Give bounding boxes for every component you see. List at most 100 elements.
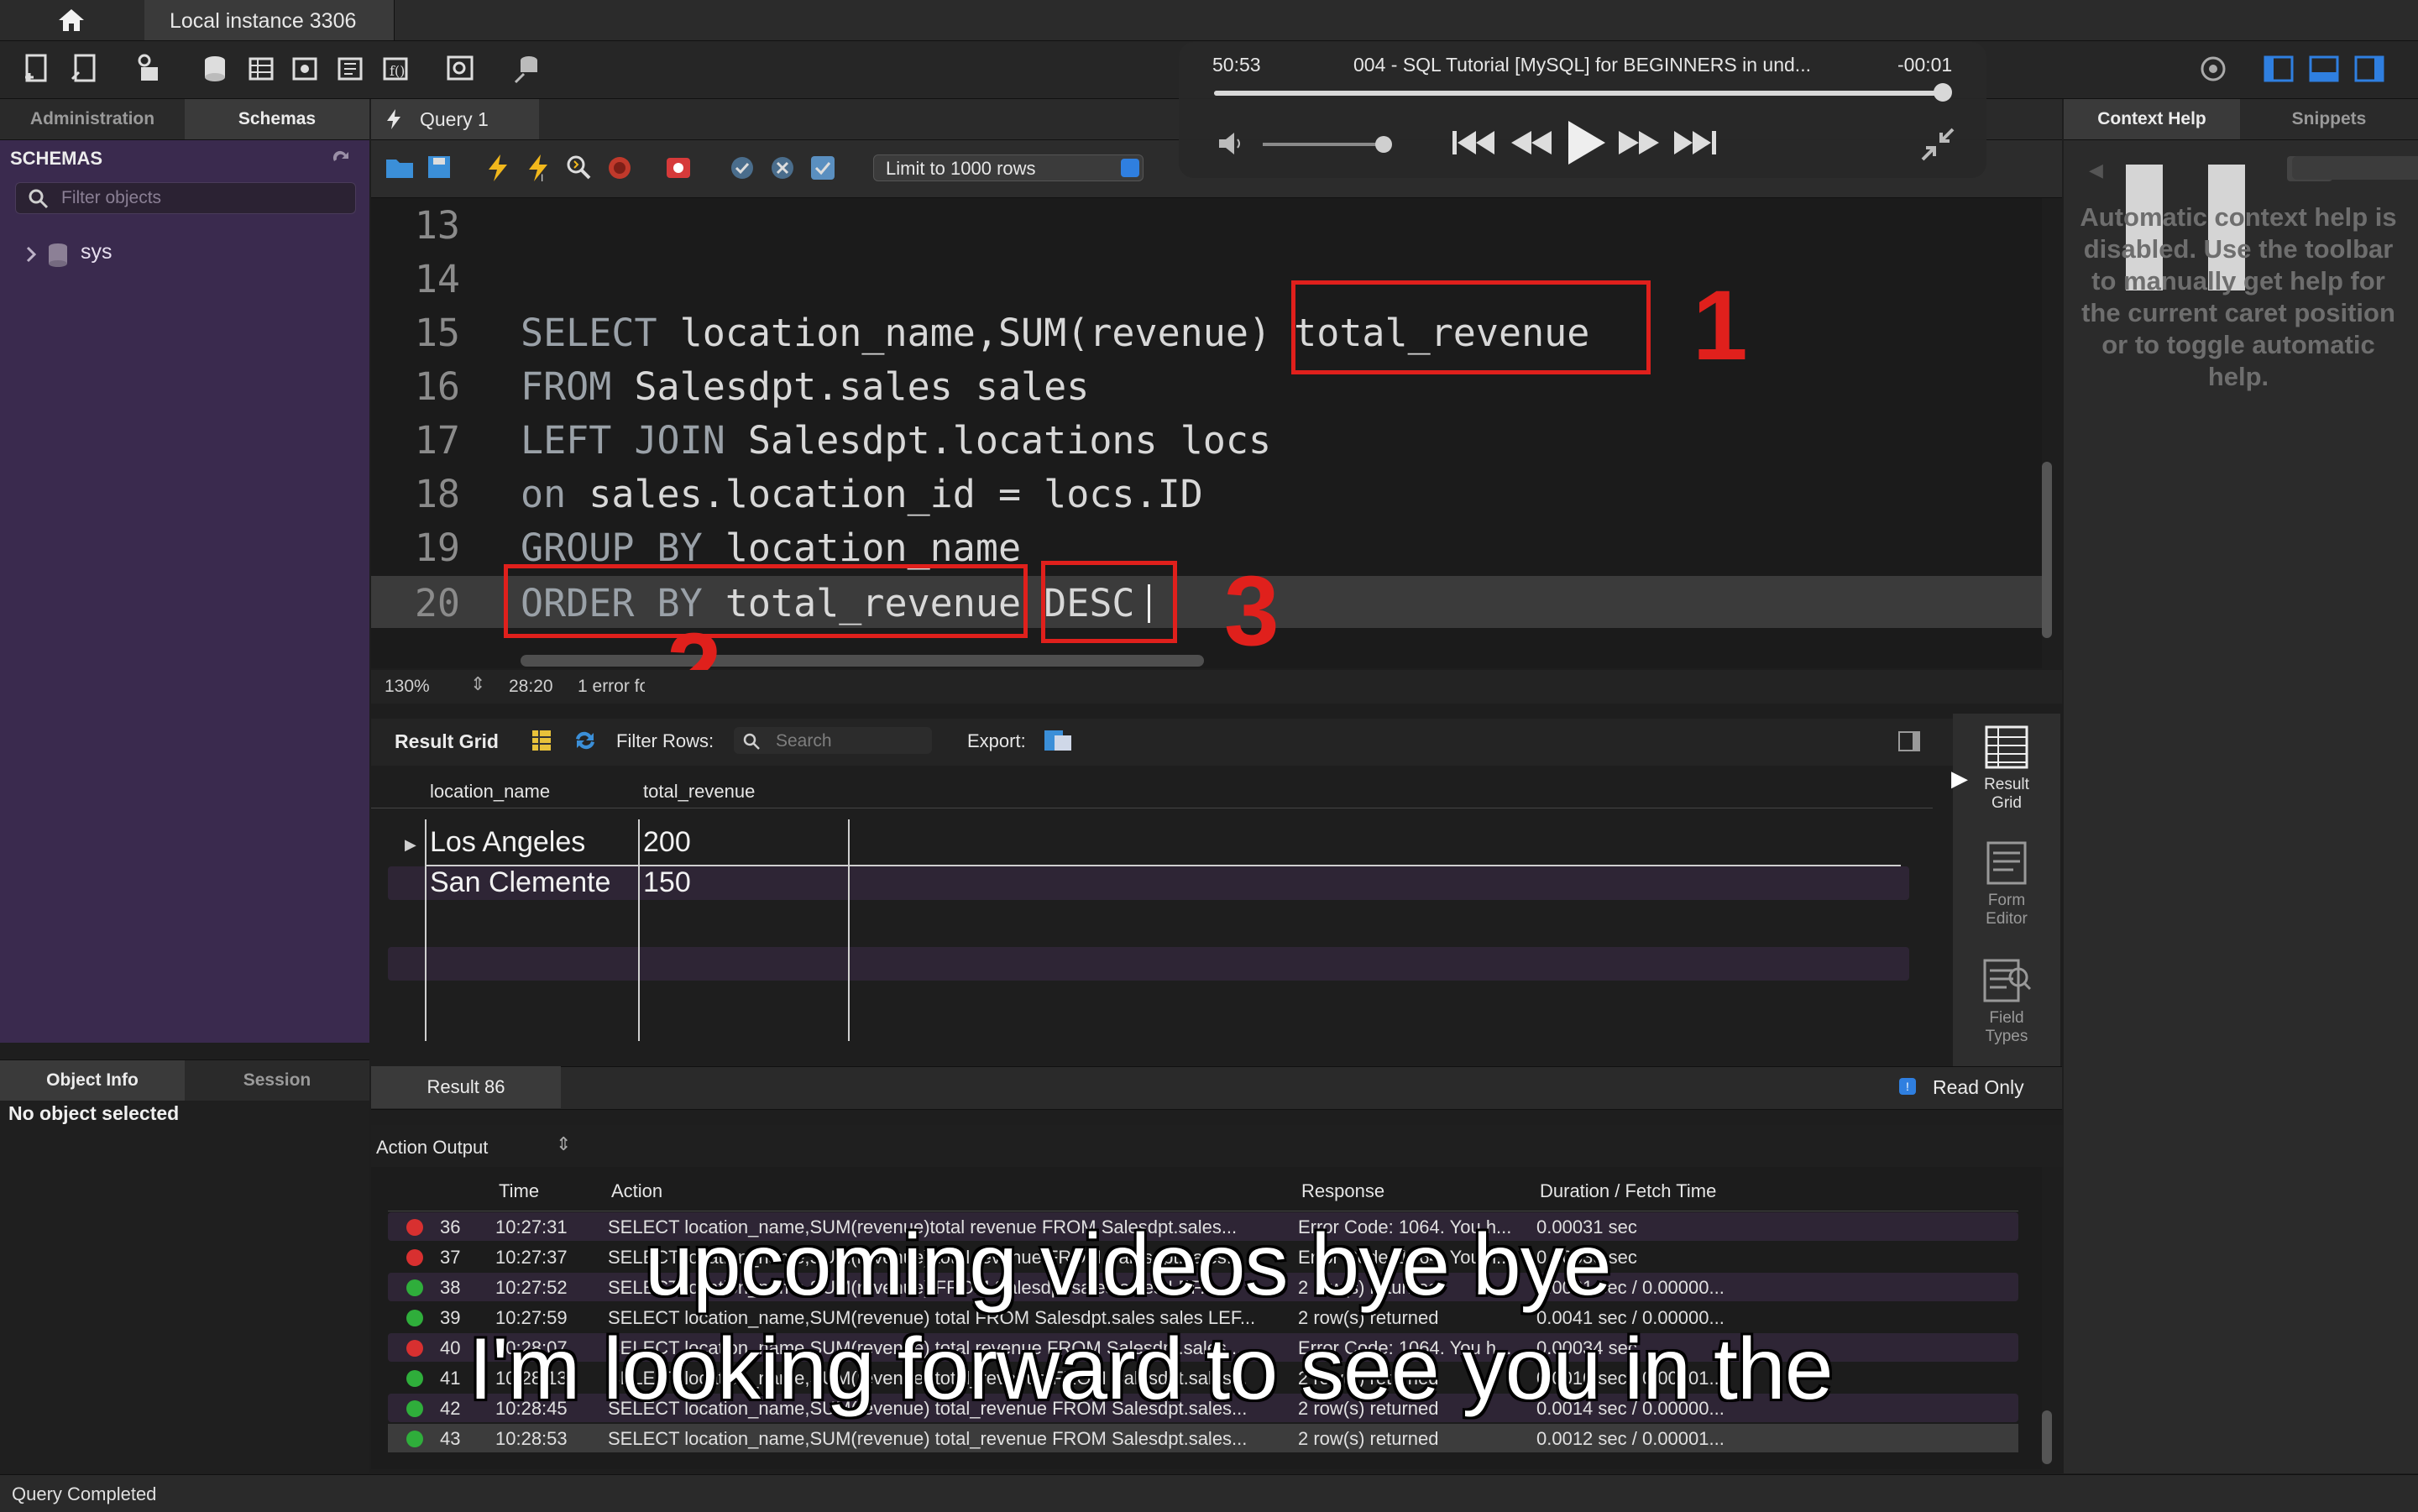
- output-row-time: 10:27:37: [495, 1247, 568, 1268]
- stop-icon[interactable]: [604, 151, 635, 185]
- read-only-label: Read Only: [1933, 1076, 2024, 1098]
- volume-icon[interactable]: [1217, 131, 1246, 160]
- create-schema-icon[interactable]: [198, 52, 228, 86]
- form-editor-view-button[interactable]: Form Editor: [1953, 840, 2060, 929]
- commit-icon[interactable]: [727, 151, 757, 185]
- output-column-response[interactable]: Response: [1301, 1180, 1384, 1202]
- search-table-data-icon[interactable]: [445, 52, 475, 86]
- column-header-total-revenue[interactable]: total_revenue: [643, 781, 755, 803]
- media-progress-knob[interactable]: [1934, 83, 1952, 102]
- cell-total-revenue[interactable]: 150: [643, 866, 691, 899]
- filter-rows-placeholder: Search: [776, 731, 832, 751]
- success-check-icon: [406, 1431, 423, 1447]
- refresh-icon[interactable]: [573, 729, 598, 756]
- zoom-level[interactable]: 130%: [385, 677, 430, 697]
- schema-item-sys[interactable]: sys: [81, 240, 113, 264]
- stop-on-error-icon[interactable]: [663, 151, 693, 185]
- chevron-updown-icon[interactable]: ⇕: [556, 1133, 571, 1155]
- success-check-icon: [406, 1279, 423, 1296]
- reconnect-icon[interactable]: [512, 52, 542, 86]
- column-header-location-name[interactable]: location_name: [430, 781, 550, 803]
- expand-chevron-icon[interactable]: [25, 245, 37, 268]
- toggle-sidebar-icon[interactable]: [2264, 52, 2294, 86]
- export-icon[interactable]: [1043, 727, 1073, 758]
- exit-fullscreen-icon[interactable]: [1919, 126, 1956, 167]
- volume-slider[interactable]: [1263, 143, 1389, 146]
- tab-schemas[interactable]: Schemas: [185, 99, 369, 139]
- back-arrow-icon[interactable]: ◀: [2089, 160, 2103, 181]
- editor-horizontal-scrollbar[interactable]: [521, 655, 1204, 667]
- create-table-icon[interactable]: [245, 52, 275, 86]
- editor-line: 17 LEFT JOIN Salesdpt.locations locs: [371, 413, 2042, 467]
- annotation-box-2: [504, 564, 1028, 638]
- save-icon[interactable]: [425, 151, 455, 185]
- tab-result-86[interactable]: Result 86: [371, 1066, 561, 1108]
- rewind-icon[interactable]: [1508, 126, 1555, 164]
- open-folder-icon[interactable]: [385, 151, 415, 185]
- rollback-icon[interactable]: [767, 151, 798, 185]
- output-type-select[interactable]: Action Output: [376, 1137, 488, 1159]
- media-progress-fill: [1214, 91, 1941, 96]
- success-check-icon: [406, 1400, 423, 1417]
- form-editor-icon: [1986, 841, 2027, 885]
- annotation-box-3: [1041, 561, 1177, 643]
- result-grid-title: Result Grid: [395, 730, 499, 752]
- toggle-output-icon[interactable]: [2309, 52, 2339, 86]
- execute-current-icon[interactable]: I: [524, 151, 554, 185]
- error-count[interactable]: 1 error found: [578, 677, 645, 697]
- chevron-updown-icon: [1121, 159, 1139, 177]
- output-column-duration[interactable]: Duration / Fetch Time: [1540, 1180, 1716, 1202]
- result-grid-view-button[interactable]: Result Grid: [1953, 724, 2060, 813]
- field-types-icon: [1983, 959, 2032, 1002]
- inspector-icon[interactable]: [133, 52, 163, 86]
- tab-snippets[interactable]: Snippets: [2240, 99, 2418, 139]
- volume-knob[interactable]: [1375, 136, 1392, 153]
- output-row[interactable]: 43 10:28:53 SELECT location_name,SUM(reven…: [388, 1424, 2018, 1452]
- explain-icon[interactable]: [564, 151, 594, 185]
- preferences-gear-icon[interactable]: [2198, 52, 2228, 86]
- cell-location-name[interactable]: San Clemente: [430, 866, 610, 899]
- skip-back-icon[interactable]: [1449, 126, 1498, 164]
- output-vertical-scrollbar[interactable]: [2042, 1410, 2052, 1464]
- fast-forward-icon[interactable]: [1615, 126, 1662, 164]
- home-button[interactable]: [0, 0, 143, 40]
- output-column-action[interactable]: Action: [611, 1180, 662, 1202]
- tab-context-help[interactable]: Context Help: [2064, 99, 2240, 139]
- output-column-time[interactable]: Time: [499, 1180, 539, 1202]
- output-row-number: 43: [440, 1428, 461, 1449]
- grid-column-divider: [425, 819, 427, 1041]
- instance-tab[interactable]: Local instance 3306: [144, 0, 395, 40]
- tab-administration[interactable]: Administration: [0, 99, 185, 139]
- zoom-stepper-icon[interactable]: ⇕: [470, 673, 485, 695]
- tab-object-info[interactable]: Object Info: [0, 1060, 185, 1101]
- limit-rows-select[interactable]: Limit to 1000 rows: [873, 154, 1144, 181]
- filter-objects-input[interactable]: [60, 186, 348, 210]
- create-view-icon[interactable]: [289, 52, 319, 86]
- tab-session[interactable]: Session: [185, 1060, 369, 1101]
- new-sql-tab-icon[interactable]: [22, 52, 52, 86]
- play-icon[interactable]: [1563, 118, 1609, 172]
- help-search-field[interactable]: [2292, 156, 2418, 180]
- help-tabs: Context Help Snippets: [2064, 99, 2418, 140]
- field-types-view-button[interactable]: Field Types: [1953, 957, 2060, 1046]
- cell-total-revenue[interactable]: 200: [643, 826, 691, 859]
- editor-vertical-scrollbar[interactable]: [2042, 462, 2052, 638]
- result-grid-view-label: Result: [1984, 776, 2029, 793]
- create-function-icon[interactable]: f(): [379, 52, 410, 86]
- media-progress-bar[interactable]: [1214, 91, 1944, 96]
- create-procedure-icon[interactable]: [334, 52, 364, 86]
- cell-location-name[interactable]: Los Angeles: [430, 826, 585, 859]
- execute-icon[interactable]: [484, 151, 514, 185]
- skip-forward-icon[interactable]: [1671, 126, 1719, 164]
- filter-rows-search-field[interactable]: Search: [734, 727, 932, 754]
- refresh-schemas-icon[interactable]: [331, 149, 351, 170]
- filter-objects-field[interactable]: [15, 182, 356, 214]
- toggle-secondary-sidebar-icon[interactable]: [2354, 52, 2384, 86]
- info-icon: !: [1899, 1078, 1916, 1095]
- autocommit-icon[interactable]: [808, 151, 838, 185]
- wrap-cell-icon[interactable]: [1897, 730, 1921, 756]
- svg-text:I: I: [541, 172, 543, 184]
- output-row-time: 10:28:53: [495, 1428, 568, 1449]
- grid-view-icon[interactable]: [531, 729, 552, 756]
- open-sql-file-icon[interactable]: [69, 52, 99, 86]
